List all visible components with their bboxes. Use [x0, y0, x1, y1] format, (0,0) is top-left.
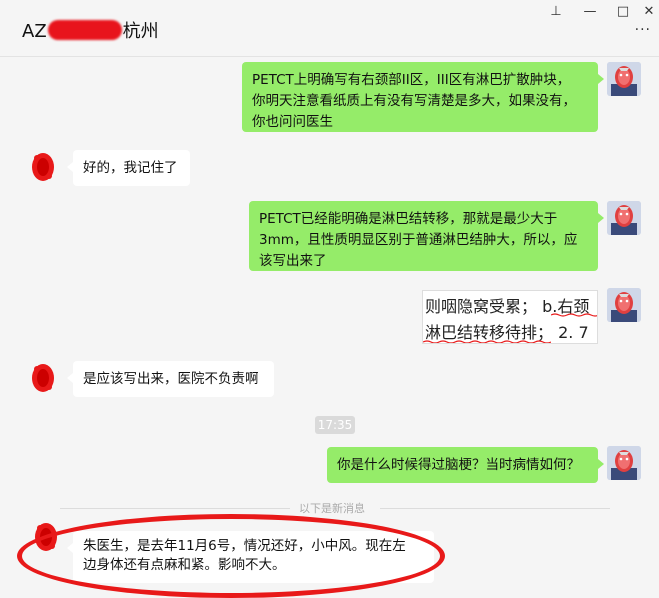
title-bar: AZ 杭州 ⊥ — □ ✕ ···: [0, 0, 659, 57]
avatar-icon: [607, 446, 641, 480]
maximize-button[interactable]: □: [612, 2, 634, 22]
avatar-icon: [27, 361, 61, 395]
squiggle-underline: [423, 340, 551, 343]
message-bubble-received[interactable]: 是应该写出来，医院不负责啊: [67, 361, 274, 397]
minimize-icon: —: [583, 4, 597, 19]
message-line: 3mm，且性质明显区别于普通淋巴结肿大，所以，应: [259, 232, 578, 248]
squiggle-underline: [551, 313, 597, 317]
contact-avatar[interactable]: [27, 150, 61, 184]
avatar-icon: [27, 150, 61, 184]
message-text: 是应该写出来，医院不负责啊: [83, 371, 259, 387]
redaction-mark: [47, 20, 122, 40]
my-avatar[interactable]: [607, 62, 641, 96]
chat-title: AZ 杭州: [22, 20, 159, 42]
my-avatar[interactable]: [607, 201, 641, 235]
message-line: 你明天注意看纸质上有没有写清楚是多大，如果没有，: [252, 93, 576, 109]
my-avatar[interactable]: [607, 446, 641, 480]
avatar-icon: [607, 62, 641, 96]
maximize-icon: □: [616, 4, 630, 19]
timestamp: 17:35: [315, 416, 355, 434]
pin-icon: ⊥: [550, 4, 562, 19]
divider-label: 以下是新消息: [299, 502, 365, 515]
message-line: PETCT上明确写有右颈部II区，III区有淋巴扩散肿块，: [252, 72, 571, 88]
new-messages-divider: 以下是新消息: [0, 500, 659, 516]
message-text: 你是什么时候得过脑梗？当时病情如何？: [337, 457, 580, 473]
pin-button[interactable]: ⊥: [545, 2, 567, 22]
image-message[interactable]: 则咽隐窝受累； b.右颈 淋巴结转移待排； 2. 7: [422, 290, 598, 344]
annotation-ellipse: [17, 514, 445, 598]
message-bubble-sent[interactable]: PETCT已经能明确是淋巴结转移，那就是最少大于 3mm，且性质明显区别于普通淋…: [249, 201, 604, 271]
more-icon: ···: [634, 22, 651, 38]
more-options-button[interactable]: ···: [635, 22, 651, 38]
message-line: 该写出来了: [259, 253, 327, 269]
divider-line: [60, 508, 290, 509]
close-button[interactable]: ✕: [638, 2, 659, 22]
message-line: PETCT已经能明确是淋巴结转移，那就是最少大于: [259, 211, 558, 227]
message-bubble-sent[interactable]: 你是什么时候得过脑梗？当时病情如何？: [327, 447, 604, 483]
my-avatar[interactable]: [607, 288, 641, 322]
message-bubble-received[interactable]: 好的，我记住了: [67, 150, 190, 186]
message-line: 你也问问医生: [252, 114, 333, 130]
contact-avatar[interactable]: [27, 361, 61, 395]
avatar-icon: [607, 201, 641, 235]
divider-line: [380, 508, 610, 509]
close-icon: ✕: [643, 4, 655, 19]
avatar-icon: [607, 288, 641, 322]
message-bubble-sent[interactable]: PETCT上明确写有右颈部II区，III区有淋巴扩散肿块， 你明天注意看纸质上有…: [242, 62, 604, 132]
message-text: 好的，我记住了: [83, 160, 178, 176]
minimize-button[interactable]: —: [579, 2, 601, 22]
